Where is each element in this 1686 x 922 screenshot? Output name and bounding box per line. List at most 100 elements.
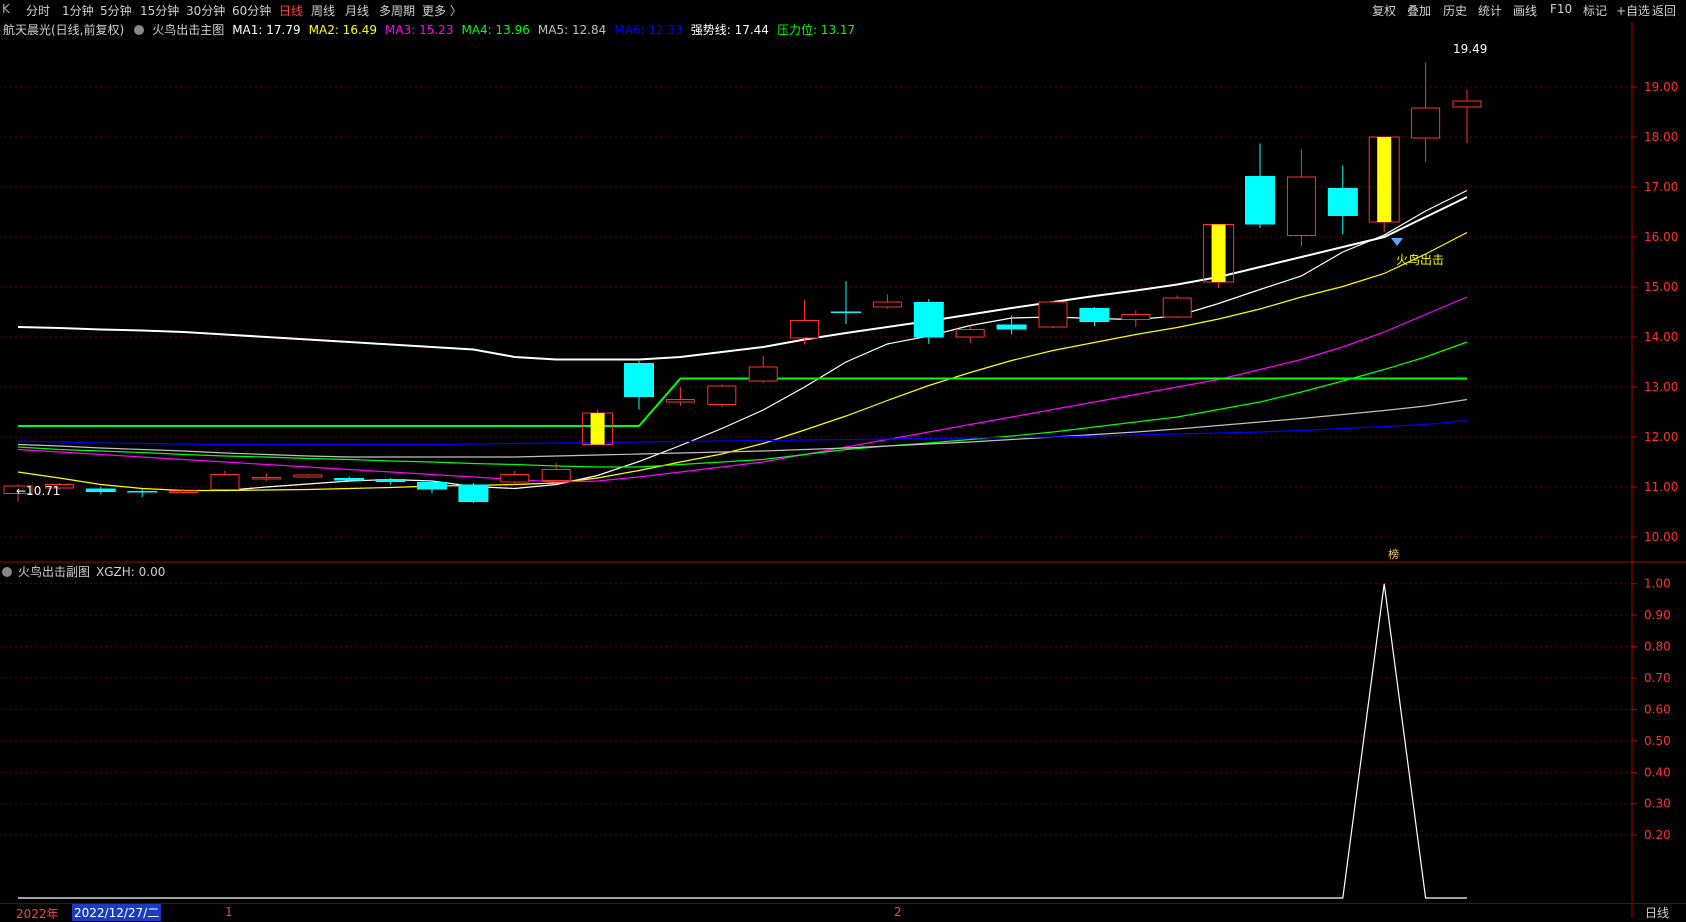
top-toolbar: K 分时 1分钟 5分钟 15分钟 30分钟 60分钟 日线 周线 月线 多周期…: [0, 0, 1686, 20]
period-tab[interactable]: 分时: [26, 2, 50, 19]
ma-line-压力位: [18, 377, 1467, 427]
price-tick-label: 11.00: [1644, 480, 1678, 494]
candle-body-up: [293, 474, 323, 478]
candle-body-down: [624, 363, 654, 397]
price-tick-label: 10.00: [1644, 530, 1678, 544]
legend-ma2: MA2: 16.49: [308, 23, 378, 37]
main-indicator-name: 火鸟出击主图: [152, 23, 225, 37]
candle-body-down: [996, 324, 1027, 330]
legend-ma6: MA6: 12.33: [614, 23, 683, 37]
period-tab-active[interactable]: 日线: [279, 2, 303, 19]
price-tick-label: 18.00: [1644, 130, 1678, 144]
sub-series-line: [18, 583, 1467, 899]
price-tick-label: 16.00: [1644, 230, 1678, 244]
signal-diamond-icon: [1391, 238, 1403, 246]
sub-legend: 火鸟出击副图 XGZH: 0.00: [0, 563, 171, 580]
period-tab[interactable]: 多周期: [379, 2, 415, 19]
sub-tick-label: 0.60: [1644, 702, 1671, 716]
candle-body-up: [500, 474, 530, 483]
candle-body-down: [85, 488, 116, 492]
candle-body-up: [44, 484, 74, 489]
price-tick-label: 17.00: [1644, 180, 1678, 194]
sub-tick-label: 0.70: [1644, 671, 1671, 685]
draw-button[interactable]: 画线: [1513, 2, 1537, 19]
ma-line-MA1: [224, 189, 1468, 492]
high-price-label: 19.49: [1453, 42, 1487, 56]
ma-line-强势线: [17, 196, 1468, 361]
sub-indicator-name: 火鸟出击副图: [18, 565, 91, 579]
fuquan-button[interactable]: 复权: [1372, 2, 1396, 19]
price-tick-label: 13.00: [1644, 380, 1678, 394]
sub-tick-label: 0.40: [1644, 765, 1671, 779]
candle-body-up: [251, 477, 281, 480]
candle-body-up: [169, 490, 199, 493]
candle-body-frame: [1368, 136, 1400, 223]
legend-ma1: MA1: 17.79: [232, 23, 301, 37]
history-button[interactable]: 历史: [1443, 2, 1467, 19]
sub-tick-label: 0.90: [1644, 608, 1671, 622]
candle-body-up: [1452, 100, 1482, 108]
candle-body-down: [913, 302, 944, 338]
low-price-label: ←10.71: [16, 484, 60, 498]
candle-body-up: [955, 329, 985, 338]
candle-body-frame: [582, 412, 614, 445]
stats-button[interactable]: 统计: [1478, 2, 1502, 19]
indicator-toggle-icon[interactable]: [134, 25, 145, 35]
candle-body-up: [748, 366, 778, 382]
period-tab[interactable]: 15分钟: [140, 2, 179, 19]
overlay-button[interactable]: 叠加: [1407, 2, 1431, 19]
price-tick-label: 19.00: [1644, 80, 1678, 94]
candle-body-up: [1038, 301, 1068, 328]
candle-body-up: [665, 399, 695, 403]
sub-tick-label: 1.00: [1644, 577, 1671, 591]
f10-button[interactable]: F10: [1550, 2, 1572, 16]
period-tab[interactable]: 1分钟: [62, 2, 94, 19]
add-watchlist-button[interactable]: +自选: [1616, 2, 1650, 19]
candle-body-up: [210, 474, 240, 490]
period-tab[interactable]: 周线: [311, 2, 335, 19]
signal-label: 火鸟出击: [1396, 252, 1444, 267]
price-tick-label: 12.00: [1644, 430, 1678, 444]
period-tab[interactable]: 30分钟: [186, 2, 225, 19]
sub-tick-label: 0.80: [1644, 640, 1671, 654]
candle-body-up: [1286, 176, 1316, 236]
legend-strong-line: 强势线: 17.44: [690, 23, 769, 37]
legend-ma3: MA3: 15.23: [385, 23, 454, 37]
candle-body-down: [458, 484, 489, 502]
ma-line-MA4: [17, 341, 1468, 468]
candle-body-signal: [590, 413, 605, 445]
period-tab[interactable]: 60分钟: [232, 2, 271, 19]
candle-body-frame: [1203, 224, 1235, 283]
period-tab[interactable]: 5分钟: [100, 2, 132, 19]
year-label: 2022年: [16, 907, 59, 921]
flag-label: 榜: [1388, 547, 1399, 561]
app-logo-icon: K: [2, 2, 10, 16]
cursor-date: 2022/12/27/二: [72, 904, 162, 921]
ma-line-MA6: [17, 419, 1468, 446]
back-button[interactable]: 返回: [1652, 2, 1676, 19]
ma-line-MA5: [17, 398, 1468, 458]
price-tick-label: 14.00: [1644, 330, 1678, 344]
candle-body-down: [334, 478, 365, 481]
mark-button[interactable]: 标记: [1583, 2, 1607, 19]
candle-body-up: [1411, 107, 1441, 139]
sub-tick-label: 0.20: [1644, 828, 1671, 842]
more-menu[interactable]: 更多 〉: [422, 2, 462, 19]
ma-line-MA2: [17, 231, 1468, 492]
candle-body-down: [1327, 188, 1358, 216]
period-tab[interactable]: 月线: [345, 2, 369, 19]
candle-body-down: [375, 479, 406, 482]
main-legend: 航天晨光(日线,前复权) 火鸟出击主图 MA1: 17.79 MA2: 16.49 MA…: [0, 21, 863, 39]
sub-indicator-value: XGZH: 0.00: [96, 565, 166, 579]
sub-indicator-toggle-icon[interactable]: [2, 567, 12, 577]
candle-body-up: [707, 385, 737, 405]
candle-body-up: [1121, 314, 1151, 320]
legend-pressure-level: 压力位: 13.17: [776, 23, 856, 37]
ma-line-MA3: [17, 296, 1468, 483]
candle-body-down: [1079, 308, 1110, 322]
legend-ma5: MA5: 12.84: [537, 23, 607, 37]
stock-chart: 19.00 18.00 17.00 16.00 15.00 14.00 13.00 12.00…: [0, 22, 1686, 918]
period-label: 日线: [1645, 906, 1670, 920]
candle-body-down: [127, 491, 158, 493]
price-tick-label: 15.00: [1644, 280, 1678, 294]
